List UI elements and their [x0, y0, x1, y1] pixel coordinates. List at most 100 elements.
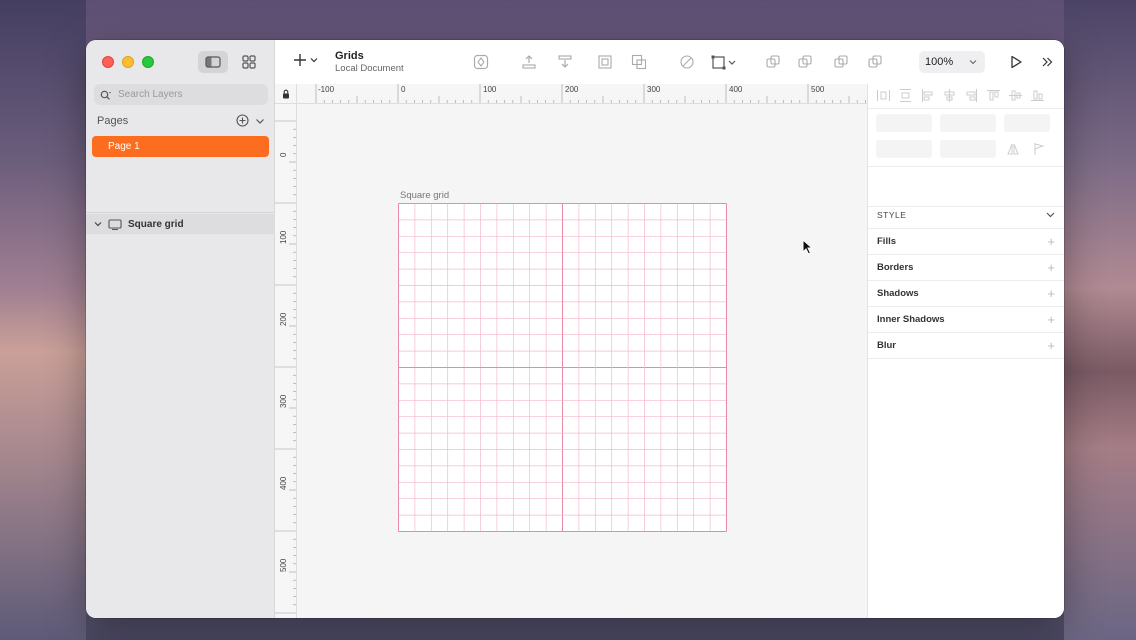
inner-shadows-label: Inner Shadows: [877, 314, 945, 325]
scale-button[interactable]: [629, 52, 649, 72]
ruler-label-left: 300: [279, 394, 288, 408]
align-left-icon[interactable]: [920, 88, 935, 103]
width-field[interactable]: [876, 140, 932, 158]
sidebar-icon: [205, 56, 221, 68]
add-shadow-icon[interactable]: +: [1047, 287, 1055, 300]
add-border-icon[interactable]: +: [1047, 261, 1055, 274]
ruler-label-top: 400: [729, 85, 743, 94]
layers-view-button[interactable]: [198, 51, 228, 73]
chevron-down-icon: [1046, 212, 1055, 218]
align-right-icon[interactable]: [964, 88, 979, 103]
divider: [868, 358, 1064, 359]
lock-icon: [282, 89, 289, 98]
vertical-ruler: 0 100 200 300 400 500: [275, 104, 297, 618]
layers-divider: [86, 212, 275, 213]
components-view-button[interactable]: [234, 51, 264, 73]
close-window-button[interactable]: [102, 56, 114, 68]
canvas[interactable]: Square grid: [297, 104, 867, 618]
import-button[interactable]: [555, 52, 575, 72]
upload-icon: [522, 55, 536, 69]
search-icon: [100, 90, 111, 100]
chevron-down-icon[interactable]: [94, 221, 102, 227]
pages-title: Pages: [97, 114, 129, 127]
play-icon: [1011, 55, 1022, 69]
ruler-lock[interactable]: [275, 84, 297, 104]
subtract-button[interactable]: [795, 52, 815, 72]
add-fill-icon[interactable]: +: [1047, 235, 1055, 248]
blur-label: Blur: [877, 340, 896, 351]
artboard-title[interactable]: Square grid: [400, 190, 449, 201]
height-field[interactable]: [940, 140, 996, 158]
subtract-icon: [798, 55, 812, 68]
rotation-field[interactable]: [1004, 114, 1050, 132]
insert-button[interactable]: [293, 53, 318, 67]
align-middle-icon[interactable]: [1008, 88, 1023, 103]
create-symbol-button[interactable]: [471, 52, 491, 72]
flatten-button[interactable]: [709, 52, 739, 72]
difference-button[interactable]: [865, 52, 885, 72]
more-toolbar-button[interactable]: [1037, 52, 1057, 72]
symbol-icon: [473, 54, 489, 70]
size-fields: [876, 140, 1048, 158]
align-bottom-icon[interactable]: [1030, 88, 1045, 103]
divider: [868, 206, 1064, 207]
y-field[interactable]: [940, 114, 996, 132]
mask-button[interactable]: [595, 52, 615, 72]
divider: [868, 332, 1064, 333]
divider: [868, 166, 1064, 167]
inspector-panel: STYLE Fills + Borders + Shadows + Inner …: [867, 84, 1064, 618]
layer-label: Square grid: [128, 218, 184, 230]
layer-row-square-grid[interactable]: Square grid: [86, 214, 275, 234]
add-inner-shadow-icon[interactable]: +: [1047, 313, 1055, 326]
zoom-select[interactable]: 100%: [919, 51, 985, 73]
mask-icon: [598, 55, 612, 69]
ruler-label-left: 100: [279, 230, 288, 244]
horizontal-ruler: -100 0 100 200 300 400 500: [297, 84, 867, 104]
download-icon: [558, 55, 572, 68]
blur-row: Blur +: [877, 339, 1055, 352]
ruler-label-left: 0: [279, 152, 288, 157]
preview-button[interactable]: [1006, 52, 1026, 72]
align-top-icon[interactable]: [986, 88, 1001, 103]
search-input[interactable]: [118, 89, 258, 100]
style-section-header[interactable]: STYLE: [877, 210, 1055, 220]
export-button[interactable]: [519, 52, 539, 72]
page-item-1[interactable]: Page 1: [92, 136, 269, 157]
rotate-button[interactable]: [677, 52, 697, 72]
distribute-vertical-icon[interactable]: [898, 88, 913, 103]
flip-vertical-icon[interactable]: [1030, 140, 1048, 158]
document-title: Grids Local Document: [335, 50, 404, 74]
divider: [868, 108, 1064, 109]
grid-icon: [242, 55, 256, 69]
union-button[interactable]: [763, 52, 783, 72]
ruler-label-top: 200: [565, 85, 579, 94]
minimize-window-button[interactable]: [122, 56, 134, 68]
document-location: Local Document: [335, 63, 404, 74]
chevron-down-icon: [310, 58, 318, 63]
ruler-label-top: -100: [318, 85, 335, 94]
plus-icon: [294, 54, 306, 66]
x-field[interactable]: [876, 114, 932, 132]
ruler-label-top: 300: [647, 85, 661, 94]
chevron-down-icon[interactable]: [255, 117, 265, 125]
slash-circle-icon: [680, 55, 694, 69]
add-page-icon[interactable]: [236, 114, 249, 127]
align-center-icon[interactable]: [942, 88, 957, 103]
shadows-row: Shadows +: [877, 287, 1055, 300]
borders-label: Borders: [877, 262, 914, 273]
artboard-square-grid[interactable]: [398, 203, 727, 532]
distribute-horizontal-icon[interactable]: [876, 88, 891, 103]
window-controls: [102, 56, 154, 68]
mouse-cursor-icon: [802, 239, 814, 255]
divider: [868, 254, 1064, 255]
alignment-toolbar: [876, 88, 1045, 103]
document-name: Grids: [335, 50, 364, 62]
flip-horizontal-icon[interactable]: [1004, 140, 1022, 158]
intersect-button[interactable]: [831, 52, 851, 72]
style-title: STYLE: [877, 210, 907, 220]
maximize-window-button[interactable]: [142, 56, 154, 68]
double-chevron-right-icon: [1042, 57, 1053, 67]
artboard-icon: [108, 218, 122, 230]
sidebar: Pages Page 1: [86, 40, 275, 618]
add-blur-icon[interactable]: +: [1047, 339, 1055, 352]
